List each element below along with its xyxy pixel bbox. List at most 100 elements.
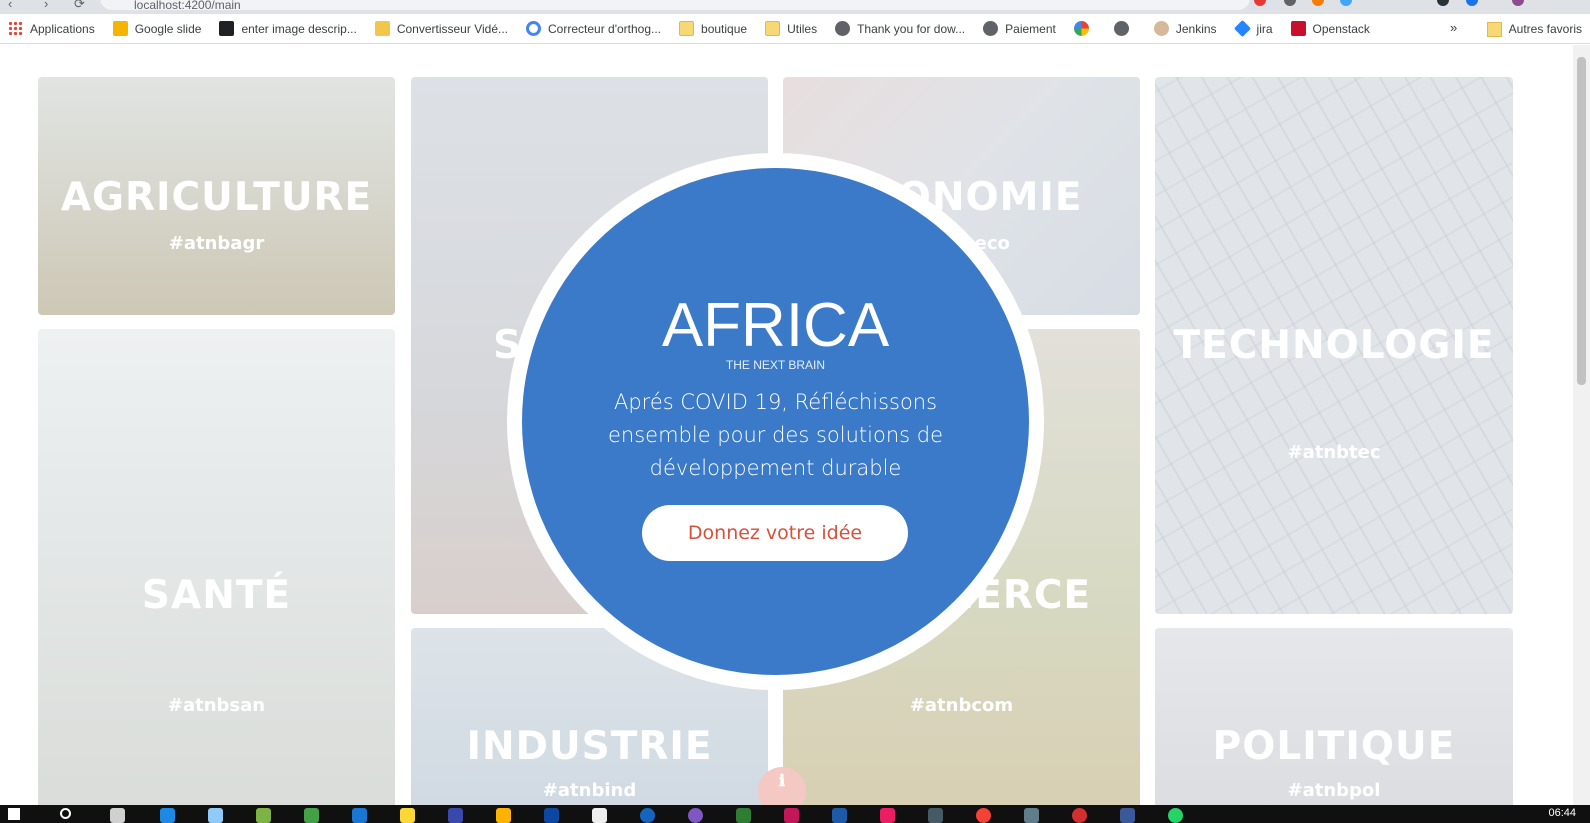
facebook-icon[interactable] xyxy=(1120,808,1135,823)
word-icon[interactable] xyxy=(832,808,847,823)
bookmark-openstack[interactable]: Openstack xyxy=(1290,21,1370,36)
taskbar-clock: 06:44 xyxy=(1548,807,1576,819)
taskbar-app-icon[interactable] xyxy=(208,808,223,823)
taskbar-app-icon[interactable] xyxy=(448,808,463,823)
windows-start-icon[interactable] xyxy=(8,808,20,820)
image-page-icon xyxy=(219,21,235,36)
hero-circle: AFRICA THE NEXT BRAIN Aprés COVID 19, Ré… xyxy=(522,168,1029,675)
bookmark-jira[interactable]: jira xyxy=(1233,20,1273,37)
taskbar-app-icon[interactable] xyxy=(928,808,943,823)
jenkins-icon xyxy=(1153,21,1169,36)
tile-sante[interactable]: SANTÉ #atnbsan xyxy=(38,329,395,805)
hero-subtitle: THE NEXT BRAIN xyxy=(725,358,826,372)
globe-icon xyxy=(835,21,851,36)
tile-title: INDUSTRIE xyxy=(466,724,713,769)
taskbar-app-icon[interactable] xyxy=(784,808,799,823)
folder-icon xyxy=(765,21,781,36)
tile-title: POLITIQUE xyxy=(1212,724,1456,769)
tile-title: SANTÉ xyxy=(141,573,292,618)
bookmark-spellcheck[interactable]: Correcteur d'orthog... xyxy=(526,21,661,36)
chrome-icon[interactable] xyxy=(976,808,991,823)
bookmark-label: Correcteur d'orthog... xyxy=(548,21,662,36)
globe-icon xyxy=(983,21,999,36)
bookmark-boutique[interactable]: boutique xyxy=(679,21,747,36)
tile-hashtag: #atnbsan xyxy=(167,695,266,716)
google-slides-icon xyxy=(112,21,128,36)
extension-icon[interactable] xyxy=(1312,0,1324,6)
taskbar-app-icon[interactable] xyxy=(688,808,703,823)
page-content: AGRICULTURE #atnbagr SCIENCE #atnbsci ÉC… xyxy=(0,45,1573,805)
openstack-icon xyxy=(1290,21,1306,36)
bookmark-globe[interactable] xyxy=(1113,21,1136,36)
bookmark-label: jira xyxy=(1256,21,1273,36)
bookmark-label: Openstack xyxy=(1312,21,1370,36)
tile-politique[interactable]: POLITIQUE #atnbpol xyxy=(1155,628,1513,805)
taskbar-app-icon[interactable] xyxy=(256,808,271,823)
reload-icon[interactable]: ⟳ xyxy=(74,0,85,12)
excel-icon[interactable] xyxy=(736,808,751,823)
forward-icon[interactable]: › xyxy=(44,0,48,11)
tile-title: AGRICULTURE xyxy=(60,175,373,220)
taskbar-app-icon[interactable] xyxy=(880,808,895,823)
tile-agriculture[interactable]: AGRICULTURE #atnbagr xyxy=(38,77,395,315)
browser-toolbar: ‹ › ⟳ localhost:4200/main xyxy=(0,0,1590,14)
vscode-icon[interactable] xyxy=(352,808,367,823)
bookmark-google-slide[interactable]: Google slide xyxy=(112,21,202,36)
jira-icon xyxy=(1233,20,1251,37)
scrollbar-thumb[interactable] xyxy=(1577,57,1586,385)
search-icon[interactable] xyxy=(60,808,71,819)
photoshop-icon[interactable] xyxy=(544,808,559,823)
bookmark-utiles[interactable]: Utiles xyxy=(765,21,817,36)
bookmarks-overflow-button[interactable]: » xyxy=(1450,20,1457,35)
bookmark-label: Thank you for dow... xyxy=(857,21,966,36)
extension-icon[interactable] xyxy=(1284,0,1296,6)
extension-icon[interactable] xyxy=(1340,0,1352,6)
folder-icon xyxy=(679,21,695,36)
tile-title: TECHNOLOGIE xyxy=(1173,323,1495,368)
multicolor-icon xyxy=(1073,21,1089,36)
bookmark-video-converter[interactable]: Convertisseur Vidé... xyxy=(374,21,508,36)
bookmark-paiement[interactable]: Paiement xyxy=(983,21,1056,36)
bookmarks-bar: Applications Google slide enter image de… xyxy=(0,14,1590,44)
other-bookmarks[interactable]: Autres favoris xyxy=(1486,14,1582,44)
tile-technologie[interactable]: TECHNOLOGIE #atnbtec xyxy=(1155,77,1513,614)
tile-hashtag: #atnbind xyxy=(542,780,637,801)
bookmark-thank-you[interactable]: Thank you for dow... xyxy=(835,21,965,36)
opera-icon[interactable] xyxy=(1072,808,1087,823)
bookmark-label: Applications xyxy=(30,21,95,36)
task-view-icon[interactable] xyxy=(110,808,125,823)
extension-icon[interactable] xyxy=(1254,0,1266,6)
bookmark-label: enter image descrip... xyxy=(241,21,357,36)
taskbar-app-icon[interactable] xyxy=(1024,808,1039,823)
tile-hashtag: #atnbtec xyxy=(1287,442,1381,463)
bookmark-jenkins[interactable]: Jenkins xyxy=(1153,21,1217,36)
taskbar: 06:44 xyxy=(0,805,1590,823)
taskbar-app-icon[interactable] xyxy=(160,808,175,823)
taskbar-app-icon[interactable] xyxy=(640,808,655,823)
taskbar-app-icon[interactable] xyxy=(304,808,319,823)
folder-icon xyxy=(1486,21,1502,37)
whatsapp-icon[interactable] xyxy=(1168,808,1183,823)
taskbar-app-icon[interactable] xyxy=(592,808,607,823)
address-bar[interactable]: localhost:4200/main xyxy=(100,0,1250,12)
extension-icon[interactable] xyxy=(1437,0,1449,6)
bookmark-image-description[interactable]: enter image descrip... xyxy=(219,21,357,36)
page-scrollbar[interactable] xyxy=(1573,45,1590,805)
bookmark-applications[interactable]: Applications xyxy=(8,21,95,36)
bookmark-label: Paiement xyxy=(1005,21,1056,36)
extension-icon[interactable] xyxy=(1466,0,1478,6)
apps-grid-icon xyxy=(8,21,23,36)
tile-hashtag: #atnbpol xyxy=(1287,780,1381,801)
submit-idea-button[interactable]: Donnez votre idée xyxy=(642,505,908,561)
bookmark-multicolor[interactable] xyxy=(1073,21,1096,36)
file-explorer-icon[interactable] xyxy=(400,808,415,823)
back-icon[interactable]: ‹ xyxy=(8,0,12,11)
globe-icon xyxy=(1113,21,1129,36)
hero-title: AFRICA xyxy=(661,291,890,360)
profile-avatar[interactable] xyxy=(1512,0,1524,6)
bookmark-label: Convertisseur Vidé... xyxy=(396,21,508,36)
bookmark-label: Utiles xyxy=(787,21,818,36)
taskbar-app-icon[interactable] xyxy=(496,808,511,823)
bookmark-label: Google slide xyxy=(134,21,202,36)
video-converter-icon xyxy=(374,21,390,36)
